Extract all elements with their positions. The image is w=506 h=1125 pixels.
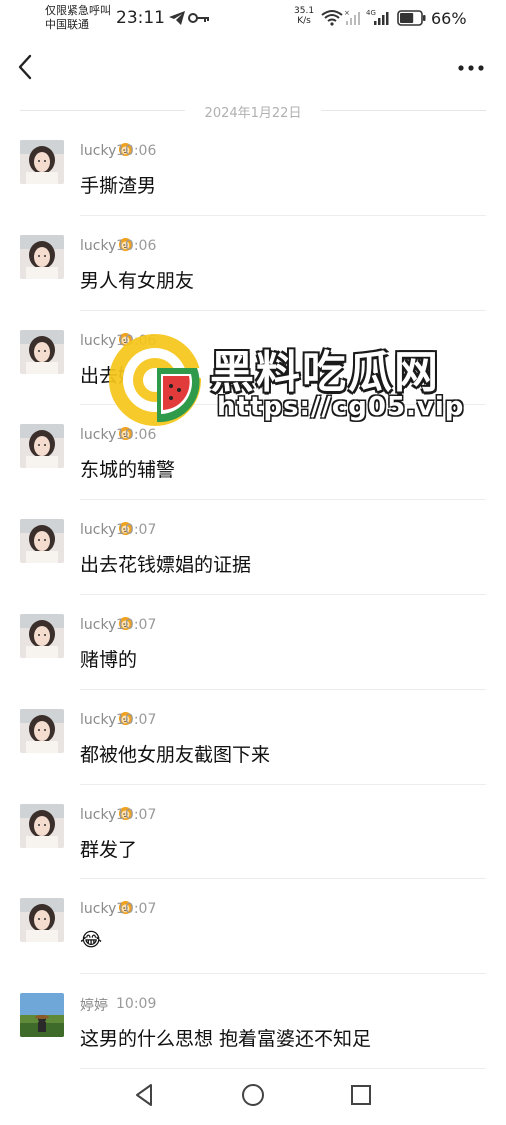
message-text: 群发了 [80,838,138,861]
sender-name-text: lucky [80,237,117,254]
battery-percent: 66% [431,9,467,28]
nav-home-button[interactable] [238,1080,268,1110]
back-button[interactable] [14,52,38,82]
signal-icon: 4G [366,9,389,25]
message-text: 东城的辅警 [80,459,176,482]
carrier-info: 仅限紧急呼叫 中国联通 [45,4,111,32]
message-time: 10:07 [116,522,157,539]
message-item[interactable]: lucky 10:07 群发了 [0,785,506,880]
net-speed-value: 35.1 [294,6,315,16]
message-text: 😂 [80,929,103,952]
status-time: 23:11 [116,8,165,28]
sender-name-text: lucky [80,522,117,539]
message-time: 10:06 [116,332,157,349]
net-speed: 35.1 K/s [294,6,314,26]
message-text: 都被他女朋友截图下来 [80,743,271,766]
sender-name-text: lucky [80,711,117,728]
message-item[interactable]: lucky 10:07 都被他女朋友截图下来 [0,690,506,785]
svg-text:4G: 4G [366,9,376,17]
avatar[interactable] [20,803,64,848]
avatar[interactable] [20,140,64,184]
message-item[interactable]: lucky 10:06 东城的辅警 [0,405,506,501]
message-time: 10:07 [116,806,157,823]
avatar[interactable] [20,708,64,753]
avatar[interactable] [20,519,64,564]
message-time: 10:07 [116,711,157,728]
message-item[interactable]: lucky 10:07 赌博的 [0,595,506,690]
message-text: 这男的什么思想 抱着富婆还不知足 [80,1028,372,1051]
message-text: 手撕渣男 [80,175,157,197]
message-item[interactable]: lucky 10:06 手撕渣男 [0,121,506,216]
wifi-icon [321,10,343,26]
back-triangle-icon [136,1084,152,1106]
avatar[interactable] [20,424,64,469]
sender-name-text: lucky [80,616,117,633]
sender-name-text: lucky [80,143,117,159]
date-divider: 2024年1月22日 [20,100,486,121]
avatar[interactable] [20,234,64,279]
more-horizontal-icon [458,65,484,71]
date-label: 2024年1月22日 [204,106,302,121]
system-nav-bar [0,1070,506,1125]
message-text: 赌博的 [80,648,138,671]
more-options-button[interactable] [454,56,488,80]
message-time: 10:06 [116,143,157,159]
message-time: 10:09 [116,996,157,1013]
message-item[interactable]: lucky 10:07 😂 [0,879,506,975]
key-icon [188,13,209,23]
recents-square-icon [351,1085,371,1105]
sender-name: 婷婷 [80,995,108,1015]
message-item[interactable]: lucky 10:06 出去嫖 [0,311,506,406]
carrier-name: 中国联通 [45,18,89,31]
nav-back-button[interactable] [130,1080,160,1110]
svg-text:×: × [344,9,350,17]
telegram-icon [169,11,185,25]
message-text: 出去嫖 [80,364,138,387]
divider-line-right [321,110,486,111]
message-time: 10:07 [116,901,157,918]
message-item[interactable]: lucky 10:06 男人有女朋友 [0,216,506,311]
sender-name-text: lucky [80,806,117,823]
nav-recents-button[interactable] [346,1080,376,1110]
sender-name-text: 婷婷 [80,998,108,1015]
battery-icon [397,10,426,26]
sender-name-text: lucky [80,427,117,444]
message-item[interactable]: lucky 10:07 出去花钱嫖娼的证据 [0,500,506,595]
message-time: 10:06 [116,237,157,254]
sender-name-text: lucky [80,332,117,349]
message-time: 10:07 [116,616,157,633]
avatar[interactable] [20,329,64,374]
message-separator [80,1067,486,1069]
message-item[interactable]: 婷婷 10:09 这男的什么思想 抱着富婆还不知足 [0,974,506,1069]
home-circle-icon [242,1084,264,1106]
signal-icon-sim1: × [344,9,360,25]
message-text: 出去花钱嫖娼的证据 [80,554,252,577]
avatar[interactable] [20,613,64,658]
net-speed-unit: K/s [297,16,311,26]
message-text: 男人有女朋友 [80,269,195,292]
carrier-emergency: 仅限紧急呼叫 [45,4,111,17]
chat-header [0,44,506,92]
sender-name-text: lucky [80,901,117,918]
status-bar: 仅限紧急呼叫 中国联通 23:11 35.1 K/s × 4G 66% [0,0,506,40]
message-list: lucky 10:06 手撕渣男 lucky 10:06 男人有女朋友 lucky 10:06… [0,121,506,1069]
avatar[interactable] [20,993,64,1038]
avatar[interactable] [20,898,64,943]
message-time: 10:06 [116,427,157,444]
chevron-left-icon [18,54,32,80]
